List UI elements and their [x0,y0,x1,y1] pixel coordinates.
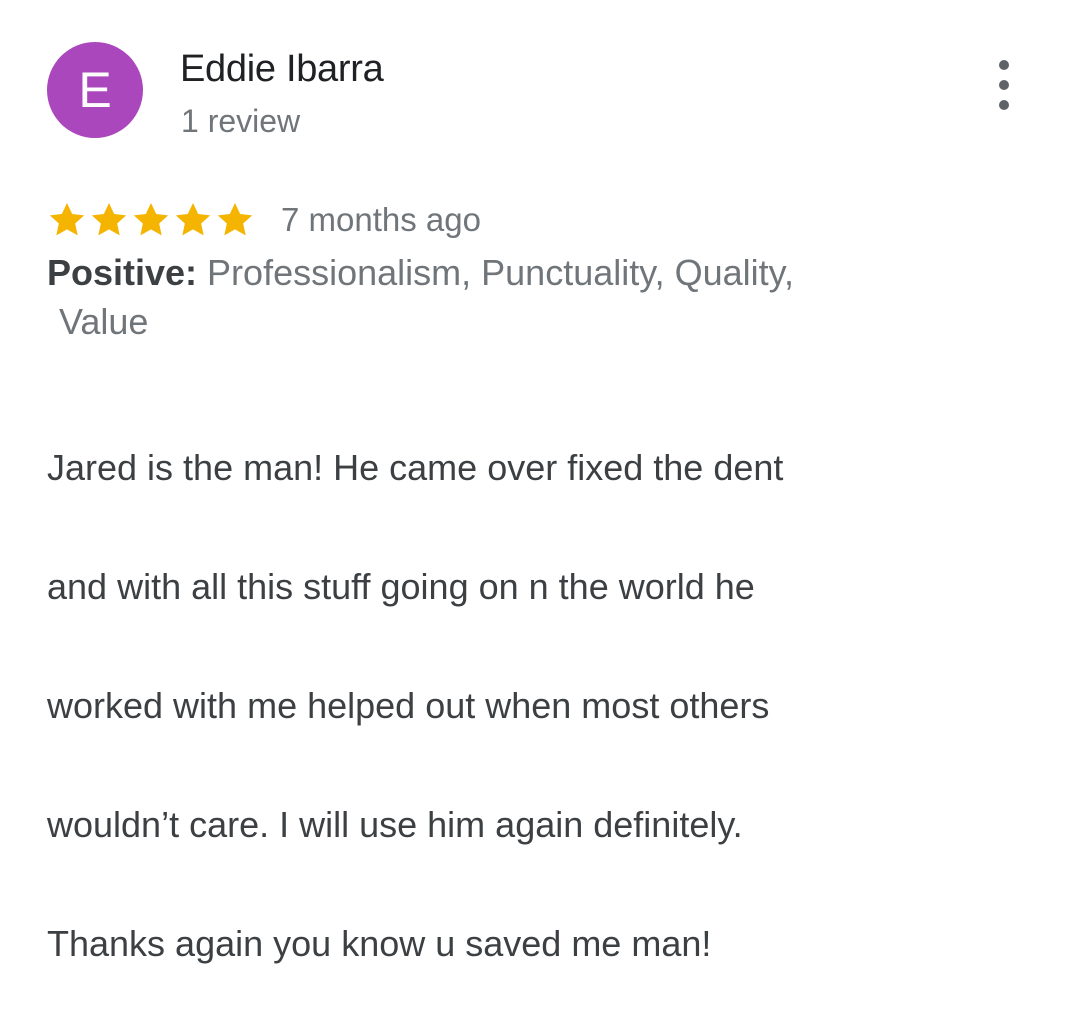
star-icon [175,203,211,236]
more-options-button[interactable] [984,60,1024,110]
review-text-line: Thanks again you know u saved me man! [47,922,712,964]
attributes-values: Professionalism, Punctuality, Quality, [197,252,794,293]
review-date: 7 months ago [281,201,481,238]
star-icon [49,203,85,236]
more-vert-icon-dot [999,100,1009,110]
review-attributes: Positive: Professionalism, Punctuality, … [47,248,967,346]
review-count[interactable]: 1 review [181,101,300,141]
reviewer-name[interactable]: Eddie Ibarra [180,46,384,92]
star-icon [133,203,169,236]
star-icon [91,203,127,236]
review-text-line: wouldn’t care. I will use him again defi… [47,803,743,845]
review-text-line: and with all this stuff going on n the w… [47,565,755,607]
review-text-line: Jared is the man! He came over fixed the… [47,446,784,488]
review-text-line: worked with me helped out when most othe… [47,684,770,726]
more-vert-icon-dot [999,80,1009,90]
rating-row: 7 months ago [47,197,481,243]
attributes-label: Positive: [47,252,198,293]
more-vert-icon [999,60,1009,70]
review-text: Jared is the man! He came over fixed the… [47,378,967,1033]
star-rating [47,200,257,240]
avatar[interactable]: E [47,42,143,138]
star-icon [217,203,253,236]
attributes-values-continued: Value [59,301,149,342]
